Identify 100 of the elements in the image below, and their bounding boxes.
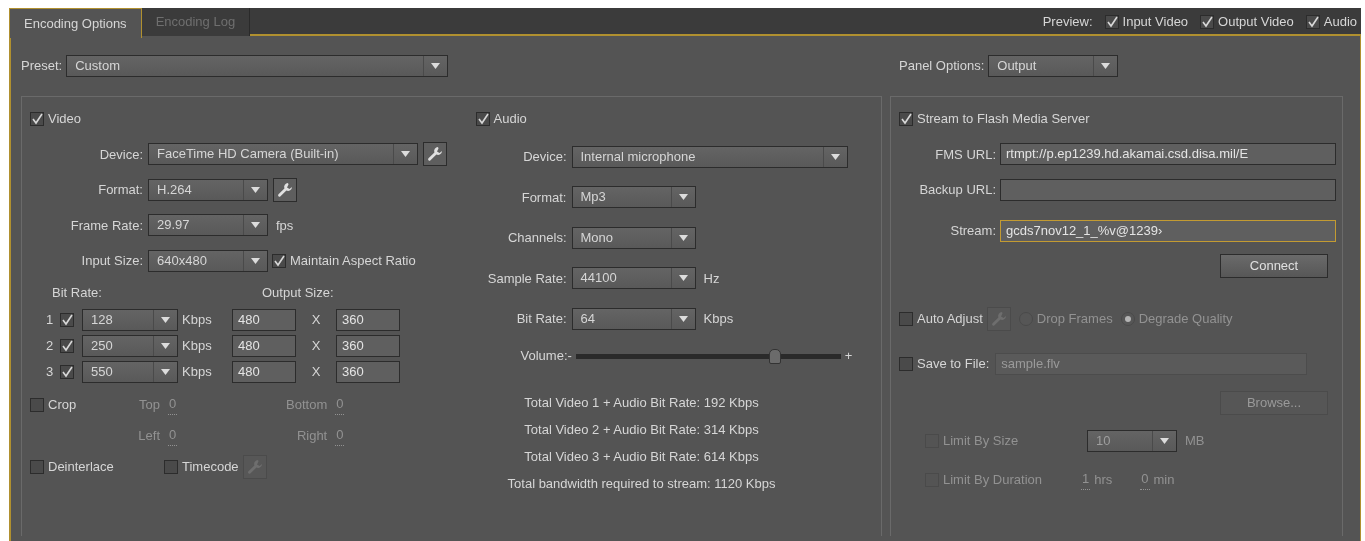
field-label: Format: xyxy=(520,188,568,207)
field-label: Stream: xyxy=(949,221,997,240)
height-field[interactable]: 360 xyxy=(336,360,400,383)
slider-thumb[interactable] xyxy=(768,348,781,364)
checkmark-icon xyxy=(1306,16,1319,28)
crop-value: 0 xyxy=(168,425,178,446)
checkbox[interactable] xyxy=(1200,15,1215,29)
dropdown[interactable]: Mono xyxy=(571,226,696,249)
caret-icon xyxy=(251,222,260,229)
checkbox[interactable] xyxy=(30,111,44,126)
text-field[interactable]: rtmpt://p.ep1239.hd.akamai.csd.disa.mil/E xyxy=(1000,143,1336,166)
dropdown[interactable]: 640x480 xyxy=(148,249,268,272)
width-field[interactable]: 480 xyxy=(232,308,296,331)
volume-label: Volume: xyxy=(519,347,568,366)
caret-icon xyxy=(161,368,170,375)
checkmark-icon xyxy=(61,339,73,352)
dropdown[interactable]: Mp3 xyxy=(571,186,696,209)
separator-label: X xyxy=(310,362,322,381)
separator-label: X xyxy=(310,336,322,355)
dropdown[interactable]: 250 xyxy=(82,334,178,357)
width-field[interactable]: 480 xyxy=(232,334,296,357)
checkbox[interactable] xyxy=(475,111,490,126)
checkbox-label: Stream to Flash Media Server xyxy=(917,110,1090,128)
dropdown[interactable]: Custom xyxy=(66,55,449,77)
caret-icon xyxy=(401,151,410,158)
unit-label: MB xyxy=(1185,431,1205,450)
crop-label: Left xyxy=(137,426,160,445)
field-label: Backup URL: xyxy=(918,181,997,199)
dropdown[interactable]: Internal microphone xyxy=(571,145,848,168)
checkbox[interactable] xyxy=(272,253,286,268)
checkmark-icon xyxy=(1201,16,1214,28)
radio-button[interactable] xyxy=(1120,311,1135,326)
unit-label: fps xyxy=(276,216,294,235)
bitrate-total: Total Video 3 + Audio Bit Rate: 614 Kbps xyxy=(524,448,759,466)
field-label: Device: xyxy=(522,148,568,166)
tab[interactable]: Encoding Options xyxy=(9,8,142,38)
dropdown[interactable]: FaceTime HD Camera (Built-in) xyxy=(148,143,418,166)
checkbox[interactable] xyxy=(60,312,74,327)
dropdown[interactable]: 29.97 xyxy=(148,214,268,237)
width-field[interactable]: 480 xyxy=(232,360,296,383)
checkbox-label: Audio xyxy=(493,110,527,128)
checkbox[interactable] xyxy=(164,459,178,474)
checkbox-label: Limit By Duration xyxy=(943,470,1043,489)
browse-button[interactable]: Browse... xyxy=(1220,390,1328,415)
caret-icon xyxy=(678,194,688,201)
checkbox[interactable] xyxy=(899,311,913,326)
checkbox-label: Audio xyxy=(1323,13,1357,32)
checkbox-label: Video xyxy=(48,110,81,128)
dropdown[interactable]: 64 xyxy=(571,307,696,330)
checkbox-label: Limit By Size xyxy=(943,431,1020,450)
caret-icon xyxy=(251,186,260,193)
caret-icon xyxy=(251,257,260,264)
preset-label: Preset: xyxy=(21,57,63,76)
plus-label: + xyxy=(844,347,853,366)
dropdown[interactable]: H.264 xyxy=(148,178,268,201)
bitrate-total: Total bandwidth required to stream: 1120 Kbps xyxy=(507,475,776,493)
file-name-field[interactable]: sample.flv xyxy=(995,352,1308,375)
checkbox[interactable] xyxy=(30,397,44,412)
field-label: Frame Rate: xyxy=(69,216,144,235)
wrench-icon xyxy=(427,146,443,163)
crop-value: 0 xyxy=(335,394,345,415)
checkbox[interactable] xyxy=(30,459,44,474)
row-number: 2 xyxy=(46,336,55,355)
dropdown[interactable]: 128 xyxy=(82,308,178,331)
checkbox-label: Input Video xyxy=(1122,13,1189,32)
connect-button[interactable]: Connect xyxy=(1220,253,1328,278)
settings-button[interactable] xyxy=(273,177,297,202)
checkbox[interactable] xyxy=(60,364,74,379)
caret-icon xyxy=(678,315,688,322)
column-heading: Bit Rate: xyxy=(52,284,103,302)
checkbox[interactable] xyxy=(899,356,913,371)
checkbox[interactable] xyxy=(899,111,913,126)
checkmark-icon xyxy=(476,112,489,125)
checkbox-label: Crop xyxy=(48,395,77,414)
height-field[interactable]: 360 xyxy=(336,308,400,331)
checkbox-label: Output Video xyxy=(1218,13,1294,32)
dropdown[interactable]: Output xyxy=(988,55,1119,77)
crop-label: Bottom xyxy=(285,395,328,414)
caret-icon xyxy=(830,153,840,160)
dropdown[interactable]: 550 xyxy=(82,360,178,383)
radio-label: Drop Frames xyxy=(1036,309,1113,328)
text-field[interactable] xyxy=(1000,178,1336,201)
caret-icon xyxy=(161,316,170,323)
checkbox-label: Auto Adjust xyxy=(917,309,983,328)
settings-button[interactable] xyxy=(423,142,447,167)
checkmark-icon xyxy=(900,112,912,125)
dropdown[interactable]: 10 xyxy=(1087,429,1177,452)
field-label: Input Size: xyxy=(80,252,144,270)
checkbox[interactable] xyxy=(60,338,74,353)
hours-value: 1 xyxy=(1081,469,1091,490)
dropdown[interactable]: 44100 xyxy=(571,267,696,290)
caret-icon xyxy=(678,275,688,282)
field-label: FMS URL: xyxy=(934,145,997,164)
caret-icon xyxy=(431,63,441,69)
checkbox-label: Maintain Aspect Ratio xyxy=(290,252,416,270)
unit-label: Kbps xyxy=(182,310,213,329)
checkbox[interactable] xyxy=(1305,15,1320,29)
height-field[interactable]: 360 xyxy=(336,334,400,357)
checkbox[interactable] xyxy=(1104,15,1119,29)
text-field[interactable]: gcds7nov12_1_%v@1239› xyxy=(1000,219,1336,242)
